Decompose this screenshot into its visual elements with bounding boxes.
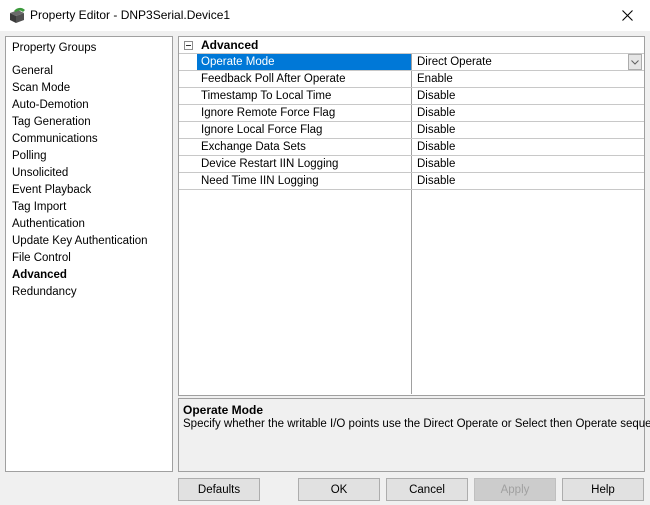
property-row-device-restart-iin[interactable]: Device Restart IIN Logging Disable	[179, 156, 644, 173]
property-name: Device Restart IIN Logging	[197, 156, 412, 172]
property-row-exchange-data-sets[interactable]: Exchange Data Sets Disable	[179, 139, 644, 156]
property-row-timestamp-local[interactable]: Timestamp To Local Time Disable	[179, 88, 644, 105]
property-value: Direct Operate	[417, 56, 492, 68]
close-icon	[621, 10, 633, 21]
close-button[interactable]	[604, 0, 650, 31]
description-title: Operate Mode	[183, 403, 264, 417]
property-editor-app-icon	[8, 7, 26, 24]
property-name: Feedback Poll After Operate	[197, 71, 412, 87]
group-item-auto-demotion[interactable]: Auto-Demotion	[12, 97, 148, 114]
category-row[interactable]: Advanced	[179, 37, 644, 54]
row-gutter	[179, 122, 197, 138]
property-value[interactable]: Disable	[412, 173, 644, 189]
ok-button[interactable]: OK	[298, 478, 380, 501]
collapse-icon[interactable]	[184, 41, 193, 50]
group-item-tag-import[interactable]: Tag Import	[12, 199, 148, 216]
property-value-dropdown[interactable]: Direct Operate	[412, 54, 644, 70]
property-row-ignore-remote-force[interactable]: Ignore Remote Force Flag Disable	[179, 105, 644, 122]
row-gutter	[179, 105, 197, 121]
property-name: Ignore Local Force Flag	[197, 122, 412, 138]
group-item-general[interactable]: General	[12, 63, 148, 80]
group-item-unsolicited[interactable]: Unsolicited	[12, 165, 148, 182]
column-splitter[interactable]	[411, 190, 412, 394]
chevron-down-icon	[631, 59, 639, 65]
row-gutter	[179, 71, 197, 87]
property-value[interactable]: Disable	[412, 139, 644, 155]
property-row-ignore-local-force[interactable]: Ignore Local Force Flag Disable	[179, 122, 644, 139]
property-groups-header: Property Groups	[12, 42, 97, 54]
property-value[interactable]: Disable	[412, 122, 644, 138]
group-item-event-playback[interactable]: Event Playback	[12, 182, 148, 199]
property-grid: Advanced Operate Mode Direct Operate Fee…	[178, 36, 645, 396]
description-panel: Operate Mode Specify whether the writabl…	[178, 398, 650, 472]
property-groups-list: General Scan Mode Auto-Demotion Tag Gene…	[12, 63, 148, 301]
property-rows: Operate Mode Direct Operate Feedback Pol…	[179, 54, 644, 190]
property-name: Operate Mode	[197, 54, 412, 70]
group-item-authentication[interactable]: Authentication	[12, 216, 148, 233]
row-gutter	[179, 54, 197, 70]
property-row-operate-mode[interactable]: Operate Mode Direct Operate	[179, 54, 644, 71]
group-item-polling[interactable]: Polling	[12, 148, 148, 165]
property-row-feedback-poll[interactable]: Feedback Poll After Operate Enable	[179, 71, 644, 88]
group-item-update-key-authentication[interactable]: Update Key Authentication	[12, 233, 148, 250]
defaults-button[interactable]: Defaults	[178, 478, 260, 501]
property-value[interactable]: Enable	[412, 71, 644, 87]
group-item-file-control[interactable]: File Control	[12, 250, 148, 267]
window-title: Property Editor - DNP3Serial.Device1	[30, 8, 231, 22]
property-value[interactable]: Disable	[412, 105, 644, 121]
property-row-need-time-iin[interactable]: Need Time IIN Logging Disable	[179, 173, 644, 190]
group-item-tag-generation[interactable]: Tag Generation	[12, 114, 148, 131]
help-button[interactable]: Help	[562, 478, 644, 501]
description-text: Specify whether the writable I/O points …	[183, 418, 650, 430]
property-value[interactable]: Disable	[412, 156, 644, 172]
category-label: Advanced	[201, 38, 259, 52]
dropdown-button[interactable]	[628, 54, 642, 70]
property-name: Need Time IIN Logging	[197, 173, 412, 189]
group-item-scan-mode[interactable]: Scan Mode	[12, 80, 148, 97]
group-item-redundancy[interactable]: Redundancy	[12, 284, 148, 301]
group-item-communications[interactable]: Communications	[12, 131, 148, 148]
property-name: Timestamp To Local Time	[197, 88, 412, 104]
property-name: Exchange Data Sets	[197, 139, 412, 155]
title-bar: Property Editor - DNP3Serial.Device1	[0, 0, 650, 31]
row-gutter	[179, 88, 197, 104]
group-item-advanced[interactable]: Advanced	[12, 267, 148, 284]
row-gutter	[179, 139, 197, 155]
apply-button[interactable]: Apply	[474, 478, 556, 501]
property-name: Ignore Remote Force Flag	[197, 105, 412, 121]
row-gutter	[179, 173, 197, 189]
row-gutter	[179, 156, 197, 172]
property-value[interactable]: Disable	[412, 88, 644, 104]
property-groups-panel: Property Groups General Scan Mode Auto-D…	[5, 36, 173, 472]
cancel-button[interactable]: Cancel	[386, 478, 468, 501]
